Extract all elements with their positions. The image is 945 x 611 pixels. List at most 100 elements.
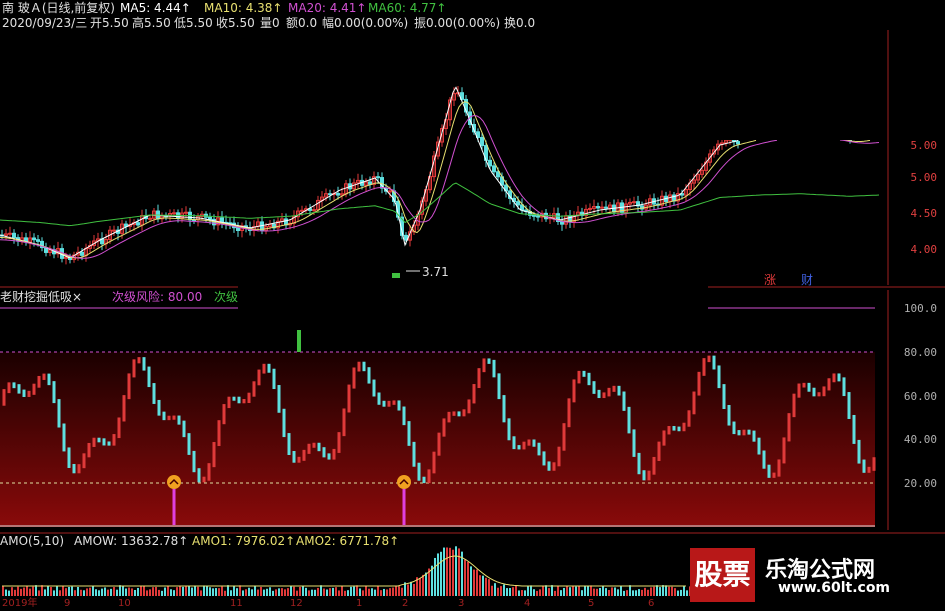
volume-bar — [140, 586, 142, 596]
indicator-bar — [22, 389, 26, 397]
volume-bar — [8, 590, 10, 596]
volume-bar — [542, 586, 544, 596]
volume-bar — [68, 586, 70, 596]
volume-bar — [356, 585, 358, 596]
indicator-bar — [367, 367, 371, 384]
volume-bar — [14, 589, 16, 596]
volume-bar — [392, 587, 394, 596]
volume-bar — [74, 590, 76, 596]
volume-bar — [146, 590, 148, 596]
volume-bar — [131, 588, 133, 596]
price-axis-4-00: 4.00 — [910, 243, 938, 256]
indicator-bar — [672, 426, 676, 431]
volume-bar — [38, 590, 40, 596]
volume-bar — [26, 585, 28, 596]
volume-bar — [419, 578, 421, 596]
volume-bar — [86, 588, 88, 596]
indicator-bar — [352, 367, 356, 389]
volume-bar — [218, 588, 220, 596]
volume-bar — [80, 589, 82, 596]
indicator-bar — [447, 411, 451, 423]
indicator-bar — [572, 379, 576, 403]
indicator-bar — [467, 399, 471, 414]
volume-bar — [350, 586, 352, 596]
volume-bar — [491, 585, 493, 596]
indicator-bar — [637, 452, 641, 475]
indicator-bar — [87, 442, 91, 458]
volume-bar — [500, 586, 502, 596]
indicator-bar — [867, 466, 871, 473]
candle-body — [184, 211, 188, 214]
volume-bar — [563, 587, 565, 596]
indicator-bar — [252, 381, 256, 397]
indicator-bar — [512, 436, 516, 450]
volume-bar — [239, 585, 241, 596]
candle-body — [12, 232, 16, 239]
indicator-bar — [487, 358, 491, 364]
volume-bar — [65, 588, 67, 596]
volume-bar — [95, 589, 97, 596]
volume-bar — [482, 575, 484, 596]
indicator-bar — [437, 432, 441, 456]
indicator-bar — [597, 389, 601, 399]
indicator-bar — [762, 450, 766, 469]
volume-bar — [671, 586, 673, 596]
indicator-bar — [132, 359, 136, 378]
volume-bar — [515, 585, 517, 596]
volume-bar — [629, 585, 631, 596]
volume-bar — [248, 587, 250, 596]
volume-bar — [50, 587, 52, 596]
volume-bar — [194, 585, 196, 596]
indicator-bar — [537, 442, 541, 456]
volume-bar — [665, 585, 667, 596]
volume-bar — [620, 585, 622, 596]
candle-body — [632, 201, 636, 204]
candle-body — [488, 159, 492, 167]
indicator-bar — [297, 456, 301, 463]
volume-bar — [275, 589, 277, 596]
candle-body — [208, 216, 212, 220]
indicator-bar — [217, 420, 221, 447]
volume-bar — [674, 588, 676, 596]
indicator-next-label: 次级 — [214, 290, 239, 304]
indicator-bar — [807, 382, 811, 392]
volume-bar — [638, 589, 640, 596]
tag-zhang: 涨 — [764, 273, 777, 287]
indicator-bar — [702, 358, 706, 376]
volume-bar — [35, 585, 37, 596]
indicator-bar — [827, 378, 831, 391]
indicator-bar — [607, 387, 611, 397]
indicator-bar — [27, 390, 31, 397]
volume-bar — [398, 586, 400, 596]
volume-bar — [326, 589, 328, 596]
volume-bar — [479, 575, 481, 596]
indicator-bar — [247, 392, 251, 404]
volume-bar — [440, 551, 442, 596]
volume-bar — [473, 569, 475, 596]
candle-body — [492, 165, 496, 173]
indicator-bar — [62, 423, 66, 452]
volume-bar — [380, 590, 382, 596]
volume-bar — [422, 574, 424, 596]
indicator-bar — [757, 437, 761, 455]
indicator-bar — [582, 370, 586, 377]
volume-bar — [647, 589, 649, 596]
indicator-bar — [517, 445, 521, 450]
occlusion-top-right — [535, 0, 885, 140]
volume-bar — [221, 586, 223, 596]
volume-bar — [71, 586, 73, 596]
indicator-bar — [127, 373, 131, 400]
volume-bar — [434, 557, 436, 596]
indicator-bar — [302, 449, 306, 461]
volume-bar — [470, 566, 472, 596]
volume-bar — [365, 585, 367, 596]
volume-bar — [551, 585, 553, 596]
indicator-bar — [742, 429, 746, 436]
indicator-bar — [392, 400, 396, 405]
candle-body — [596, 206, 600, 209]
volume-bar — [242, 590, 244, 596]
volume-bar — [293, 586, 295, 596]
indicator-bar — [812, 387, 816, 397]
volume-bar — [485, 577, 487, 596]
volume-bar — [518, 590, 520, 596]
